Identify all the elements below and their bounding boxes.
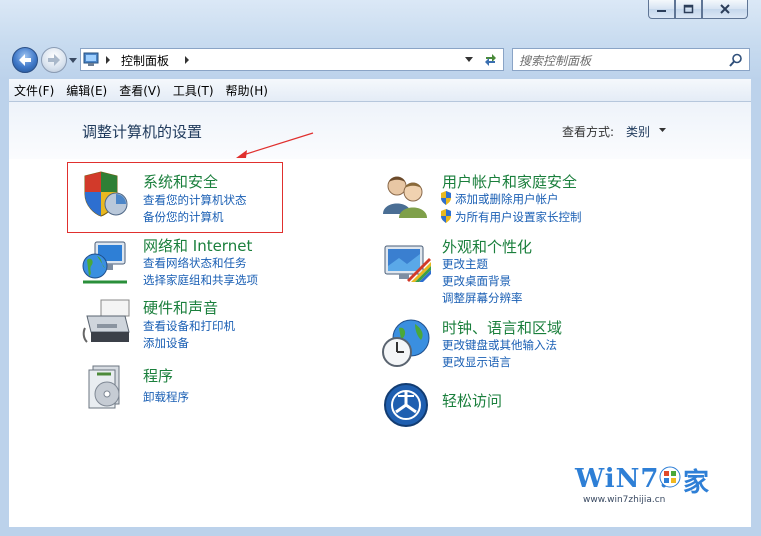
appearance-icon[interactable] bbox=[381, 240, 433, 288]
watermark-logo-text: WiN7. bbox=[575, 464, 670, 494]
search-icon[interactable] bbox=[729, 53, 743, 67]
category-system-security-title[interactable]: 系统和安全 bbox=[143, 171, 218, 192]
menu-edit[interactable]: 编辑(E) bbox=[61, 82, 112, 99]
network-globe-icon[interactable] bbox=[81, 238, 129, 286]
printer-icon[interactable] bbox=[81, 298, 133, 350]
users-icon[interactable] bbox=[381, 172, 431, 220]
view-by-dropdown[interactable]: 类别 bbox=[626, 123, 650, 140]
breadcrumb-control-panel[interactable]: 控制面板 bbox=[121, 52, 169, 69]
menu-help[interactable]: 帮助(H) bbox=[221, 82, 273, 99]
category-user-accounts-title[interactable]: 用户帐户和家庭安全 bbox=[442, 171, 577, 192]
history-dropdown-icon[interactable] bbox=[69, 57, 78, 64]
link-network-status[interactable]: 查看网络状态和任务 bbox=[143, 255, 247, 271]
link-change-desktop-background[interactable]: 更改桌面背景 bbox=[442, 273, 511, 289]
windows-flag-icon bbox=[659, 466, 681, 488]
content-pane: 调整计算机的设置 查看方式: 类别 系统和安全 查看您的计算机状态 备份您的计算… bbox=[9, 102, 751, 527]
category-network-title[interactable]: 网络和 Internet bbox=[143, 235, 252, 256]
link-add-remove-accounts-text: 添加或删除用户帐户 bbox=[455, 192, 559, 206]
window-frame: 控制面板 搜索控制面板 文件(F) 编辑(E) 查看(V) 工具(T) 帮助(H… bbox=[0, 0, 761, 536]
page-title: 调整计算机的设置 bbox=[82, 123, 203, 141]
forward-arrow-icon bbox=[48, 54, 60, 66]
link-change-keyboard-input[interactable]: 更改键盘或其他输入法 bbox=[442, 337, 557, 353]
link-view-computer-status[interactable]: 查看您的计算机状态 bbox=[143, 192, 247, 208]
menu-tools[interactable]: 工具(T) bbox=[168, 82, 219, 99]
minimize-icon bbox=[657, 10, 666, 12]
link-parental-controls-text: 为所有用户设置家长控制 bbox=[455, 210, 582, 224]
control-panel-icon bbox=[83, 52, 99, 66]
search-placeholder: 搜索控制面板 bbox=[519, 54, 592, 68]
clock-globe-icon[interactable] bbox=[381, 318, 433, 370]
forward-button[interactable] bbox=[41, 47, 67, 73]
watermark-logo-suffix: 家 bbox=[683, 468, 710, 498]
uac-shield-icon bbox=[441, 209, 451, 223]
close-button[interactable] bbox=[702, 0, 748, 19]
category-appearance-title[interactable]: 外观和个性化 bbox=[442, 236, 532, 257]
ease-of-access-icon[interactable] bbox=[383, 382, 429, 428]
minimize-button[interactable] bbox=[648, 0, 675, 19]
uac-shield-icon bbox=[441, 191, 451, 205]
link-adjust-resolution[interactable]: 调整屏幕分辨率 bbox=[442, 290, 523, 306]
link-devices-printers[interactable]: 查看设备和打印机 bbox=[143, 318, 235, 334]
category-hardware-sound-title[interactable]: 硬件和声音 bbox=[143, 297, 218, 318]
menu-file[interactable]: 文件(F) bbox=[9, 82, 59, 99]
watermark-url: www.win7zhijia.cn bbox=[583, 495, 666, 505]
link-homegroup-sharing[interactable]: 选择家庭组和共享选项 bbox=[143, 272, 258, 288]
address-dropdown-icon[interactable] bbox=[465, 57, 474, 63]
link-uninstall-program[interactable]: 卸载程序 bbox=[143, 389, 189, 405]
back-arrow-icon bbox=[19, 54, 31, 66]
category-clock-language-title[interactable]: 时钟、语言和区域 bbox=[442, 317, 562, 338]
restore-icon bbox=[683, 4, 694, 14]
link-change-display-language[interactable]: 更改显示语言 bbox=[442, 354, 511, 370]
shield-security-icon[interactable] bbox=[81, 170, 129, 218]
close-icon bbox=[720, 4, 730, 14]
annotation-arrow bbox=[236, 132, 314, 158]
restore-button[interactable] bbox=[675, 0, 702, 19]
search-input[interactable]: 搜索控制面板 bbox=[512, 48, 750, 71]
watermark-logo: WiN7. 家 www.win7zhijia.cn bbox=[573, 462, 723, 512]
link-backup-computer[interactable]: 备份您的计算机 bbox=[143, 209, 224, 225]
address-bar[interactable]: 控制面板 bbox=[80, 48, 504, 71]
breadcrumb-arrow-icon[interactable] bbox=[184, 56, 190, 64]
category-ease-of-access-title[interactable]: 轻松访问 bbox=[442, 390, 502, 411]
link-add-remove-accounts[interactable]: 添加或删除用户帐户 bbox=[440, 191, 559, 207]
link-parental-controls[interactable]: 为所有用户设置家长控制 bbox=[440, 209, 582, 225]
programs-icon[interactable] bbox=[85, 364, 129, 412]
view-by-label: 查看方式: bbox=[562, 125, 615, 139]
breadcrumb-arrow-icon bbox=[106, 56, 110, 64]
menu-bar: 文件(F) 编辑(E) 查看(V) 工具(T) 帮助(H) bbox=[9, 79, 751, 102]
view-by-chevron-down-icon[interactable] bbox=[659, 128, 667, 133]
back-button[interactable] bbox=[12, 47, 38, 73]
refresh-icon[interactable] bbox=[483, 52, 499, 67]
menu-view[interactable]: 查看(V) bbox=[114, 82, 166, 99]
link-add-device[interactable]: 添加设备 bbox=[143, 335, 189, 351]
link-change-theme[interactable]: 更改主题 bbox=[442, 256, 488, 272]
category-programs-title[interactable]: 程序 bbox=[143, 365, 173, 386]
